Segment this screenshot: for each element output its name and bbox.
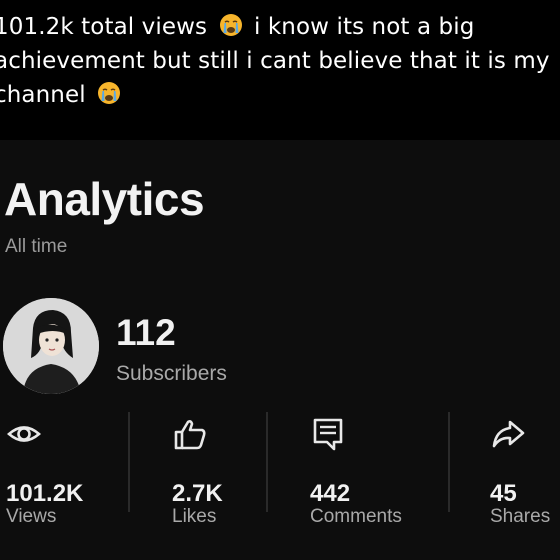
likes-label: Likes (172, 506, 217, 527)
avatar-image (3, 298, 99, 394)
share-icon (492, 420, 525, 448)
stat-divider (128, 412, 130, 512)
subscribers-count: 112 (116, 312, 176, 353)
caption-views-text: 101.2k total views (0, 14, 208, 40)
shares-label: Shares (490, 506, 551, 527)
caption-line-1-rest: i know its not a big (253, 14, 475, 40)
stat-divider (266, 412, 268, 512)
post-caption: 101.2k total views i know its not a big … (0, 10, 554, 112)
comments-value: 442 (310, 480, 351, 507)
page-title: Analytics (4, 173, 205, 225)
comment-icon (313, 418, 343, 451)
channel-avatar[interactable] (3, 298, 99, 394)
caption-line-1: 101.2k total views i know its not a big (0, 10, 554, 44)
eye-icon (7, 426, 41, 442)
crying-face-emoji-icon (219, 14, 242, 36)
stat-comments[interactable]: 442 Comments (310, 412, 430, 548)
period-label[interactable]: All time (5, 236, 67, 258)
caption-line-3: channel (0, 78, 554, 112)
likes-value: 2.7K (172, 480, 223, 507)
caption-line-2: achievement but still i cant believe tha… (0, 48, 550, 74)
stat-shares[interactable]: 45 Shares (490, 412, 560, 548)
stat-likes[interactable]: 2.7K Likes (172, 412, 262, 548)
stat-divider (448, 412, 450, 512)
views-value: 101.2K (6, 480, 84, 507)
stat-views[interactable]: 101.2K Views (6, 412, 116, 548)
crying-face-emoji-icon (98, 82, 121, 104)
comments-label: Comments (310, 506, 402, 527)
subscribers-label: Subscribers (116, 362, 227, 385)
views-label: Views (6, 506, 57, 527)
thumbs-up-icon (174, 420, 206, 450)
caption-channel-text: channel (0, 82, 86, 108)
shares-value: 45 (490, 480, 517, 507)
